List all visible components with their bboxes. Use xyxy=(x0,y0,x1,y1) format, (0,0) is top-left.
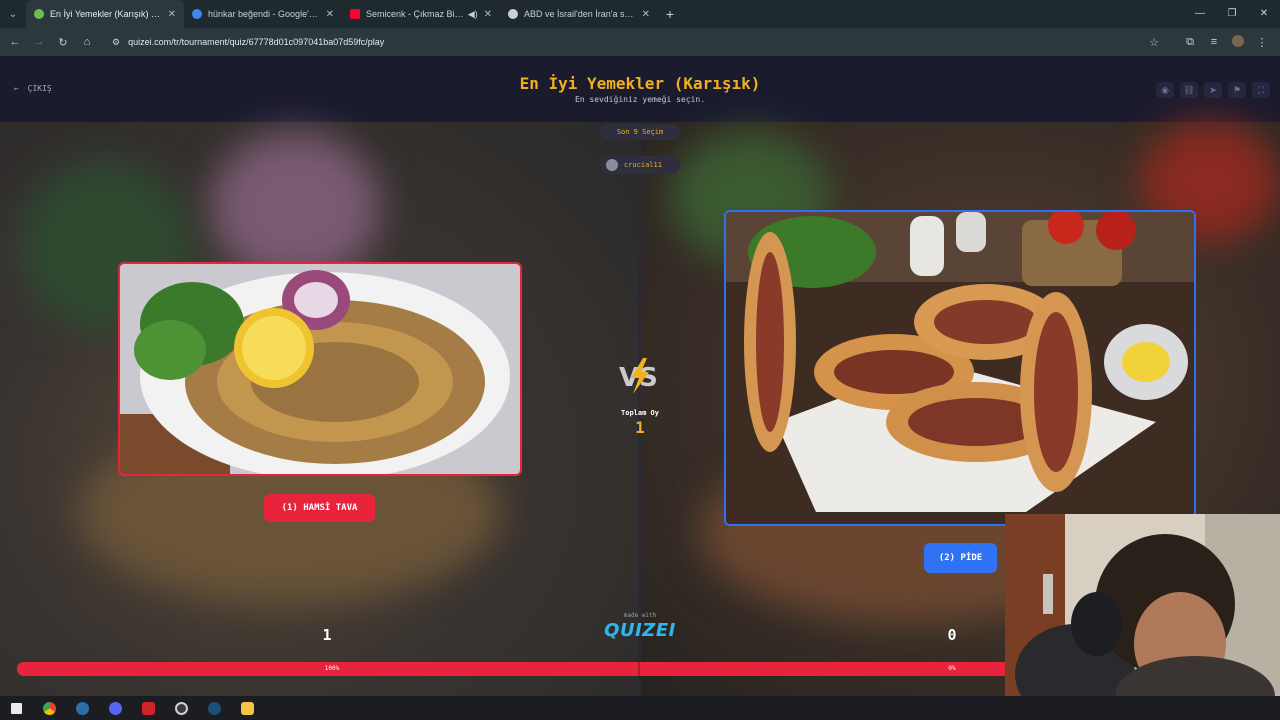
tab-close-icon[interactable]: ✕ xyxy=(484,9,492,20)
tab-title: Semicenk - Çıkmaz Bir Sokak xyxy=(366,9,464,19)
discord-icon[interactable] xyxy=(99,696,132,720)
share-link-icon[interactable]: ⛓ xyxy=(1180,82,1198,98)
round-label: Son 9 Seçim xyxy=(600,124,680,140)
header-actions: ◉ ⛓ ➤ ⚑ ⛶ xyxy=(1156,82,1270,98)
made-with-label: made with xyxy=(623,612,657,619)
back-icon[interactable]: ← xyxy=(3,36,27,48)
total-votes-value: 1 xyxy=(635,418,645,437)
browser-nav-bar: ← → ↻ ⌂ ⚙ quizei.com/tr/tournament/quiz/… xyxy=(0,28,1280,56)
page-title: En İyi Yemekler (Karışık) xyxy=(519,74,761,93)
forward-icon[interactable]: → xyxy=(27,36,51,48)
steam-2-icon[interactable] xyxy=(198,696,231,720)
tab-favicon-icon xyxy=(34,9,44,19)
obs-icon[interactable] xyxy=(165,696,198,720)
new-tab-button[interactable]: + xyxy=(658,6,682,22)
site-info-icon[interactable]: ⚙ xyxy=(112,37,120,48)
profile-avatar[interactable] xyxy=(1226,34,1250,50)
tab-close-icon[interactable]: ✕ xyxy=(642,9,650,20)
tab-title: ABD ve İsrail'den İran'a saldırı xyxy=(524,9,636,19)
google-favicon-icon xyxy=(192,9,202,19)
left-score: 1 xyxy=(322,626,332,644)
bookmark-star-icon[interactable]: ☆ xyxy=(1142,36,1166,49)
speaker-icon[interactable]: ◀) xyxy=(468,9,478,20)
url-text: quizei.com/tr/tournament/quiz/67778d01c0… xyxy=(128,37,385,47)
red-app-icon[interactable] xyxy=(132,696,165,720)
flag-icon[interactable]: ⚑ xyxy=(1228,82,1246,98)
tab-1[interactable]: hünkar beğendi - Google'da Ar ✕ xyxy=(184,0,342,28)
page-subtitle: En sevdiğiniz yemeği seçin. xyxy=(574,95,706,104)
tab-2[interactable]: Semicenk - Çıkmaz Bir Sokak ◀) ✕ xyxy=(342,0,500,28)
right-score: 0 xyxy=(947,626,957,644)
extensions-icon[interactable]: ⧉ xyxy=(1178,36,1202,49)
quiz-header: ← ÇIKIŞ En İyi Yemekler (Karışık) En sev… xyxy=(0,56,1280,122)
vs-lightning-icon: VS xyxy=(615,356,665,396)
close-window-icon[interactable]: ✕ xyxy=(1248,0,1280,28)
address-bar[interactable]: ⚙ quizei.com/tr/tournament/quiz/67778d01… xyxy=(104,31,1164,53)
webcam-overlay xyxy=(1005,514,1280,696)
progress-midline xyxy=(638,662,640,676)
tab-title: En İyi Yemekler (Karışık) - Tier L xyxy=(50,9,162,19)
toolbar-actions: ☆ ⧉ ≡ ⋮ xyxy=(1142,28,1274,56)
right-percent: 0% xyxy=(948,665,956,672)
restore-icon[interactable]: ❐ xyxy=(1216,0,1248,28)
send-icon[interactable]: ➤ xyxy=(1204,82,1222,98)
avatar xyxy=(606,159,618,171)
fullscreen-icon[interactable]: ⛶ xyxy=(1252,82,1270,98)
windows-start-icon[interactable] xyxy=(0,696,33,720)
tab-close-icon[interactable]: ✕ xyxy=(326,9,334,20)
option-left-image[interactable] xyxy=(118,262,522,476)
total-votes-label: Toplam Oy xyxy=(621,409,659,417)
tab-close-icon[interactable]: ✕ xyxy=(168,9,176,20)
browser-tab-bar: ⌄ En İyi Yemekler (Karışık) - Tier L ✕ h… xyxy=(0,0,1280,28)
menu-kebab-icon[interactable]: ⋮ xyxy=(1250,36,1274,49)
tab-title: hünkar beğendi - Google'da Ar xyxy=(208,9,320,19)
reload-icon[interactable]: ↻ xyxy=(51,36,75,49)
minimize-icon[interactable]: — xyxy=(1184,0,1216,28)
left-percent: 100% xyxy=(324,665,340,672)
os-taskbar xyxy=(0,696,1280,720)
quizei-logo: QUIZEI xyxy=(604,620,676,641)
media-control-icon[interactable]: ≡ xyxy=(1202,36,1226,48)
choose-left-button[interactable]: (1) HAMSİ TAVA xyxy=(264,494,375,522)
home-icon[interactable]: ⌂ xyxy=(75,36,99,48)
tab-search-icon[interactable]: ⌄ xyxy=(0,0,26,28)
eye-icon[interactable]: ◉ xyxy=(1156,82,1174,98)
youtube-favicon-icon xyxy=(350,9,360,19)
user-badge: crucial11 xyxy=(600,156,680,174)
username: crucial11 xyxy=(624,161,662,169)
news-favicon-icon xyxy=(508,9,518,19)
chrome-icon[interactable] xyxy=(33,696,66,720)
option-right-image[interactable] xyxy=(724,210,1196,526)
choose-right-button[interactable]: (2) PİDE xyxy=(924,543,997,573)
steam-icon[interactable] xyxy=(66,696,99,720)
file-explorer-icon[interactable] xyxy=(231,696,264,720)
tab-3[interactable]: ABD ve İsrail'den İran'a saldırı ✕ xyxy=(500,0,658,28)
tab-0[interactable]: En İyi Yemekler (Karışık) - Tier L ✕ xyxy=(26,0,184,28)
window-controls: — ❐ ✕ xyxy=(1184,0,1280,28)
